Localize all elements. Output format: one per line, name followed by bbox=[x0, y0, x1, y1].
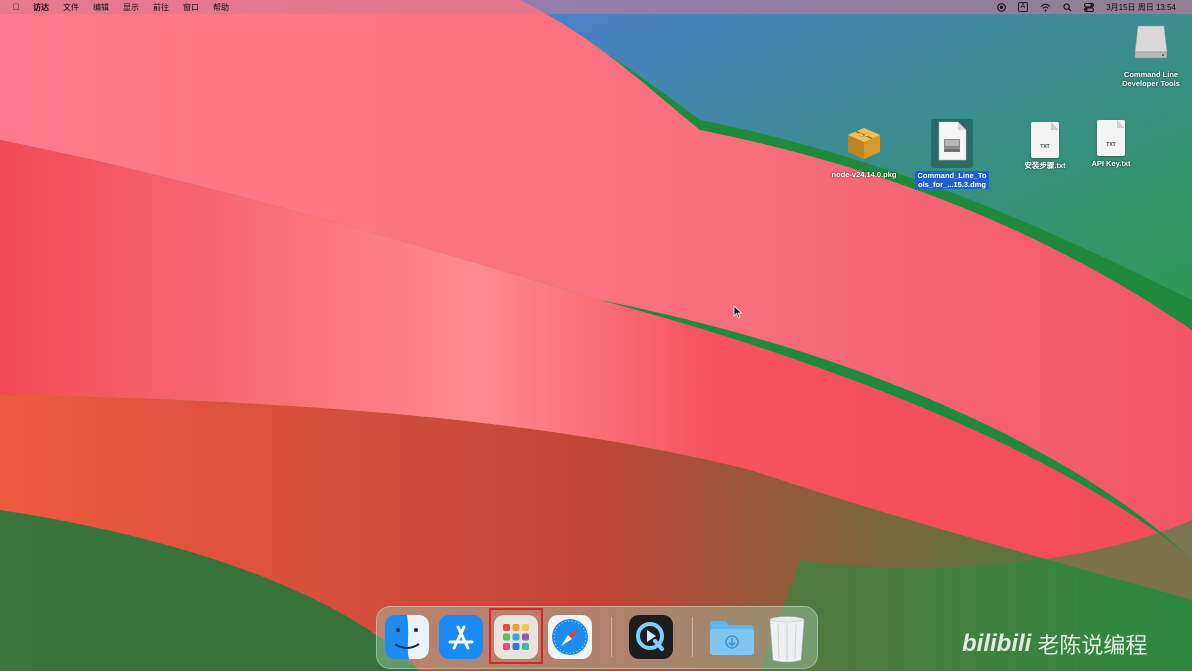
dock-safari[interactable] bbox=[547, 614, 593, 660]
desktop-item-label: Command Line Developer Tools bbox=[1122, 70, 1180, 88]
dock-finder[interactable] bbox=[384, 614, 430, 660]
bilibili-logo: bilibili bbox=[962, 630, 1032, 657]
dock-separator bbox=[611, 617, 612, 657]
menu-window[interactable]: 窗口 bbox=[176, 2, 206, 13]
dock bbox=[376, 606, 818, 669]
input-method-icon[interactable]: A bbox=[1012, 0, 1035, 14]
finder-icon bbox=[385, 615, 429, 659]
screen-record-icon[interactable] bbox=[991, 0, 1012, 14]
package-installer-icon bbox=[844, 124, 884, 167]
launchpad-highlight-box bbox=[489, 608, 543, 664]
watermark-channel-name: 老陈说编程 bbox=[1037, 633, 1148, 658]
text-file-icon: TXT bbox=[1031, 122, 1059, 158]
desktop-item-label: 安装步骤.txt bbox=[1024, 161, 1066, 170]
dock-separator bbox=[692, 617, 693, 657]
desktop-item-label: API Key.txt bbox=[1091, 159, 1131, 168]
dock-downloads-folder[interactable] bbox=[708, 614, 754, 660]
desktop-item-command-line-tools-dmg[interactable]: Command_Line_To ols_for_...15.3.dmg bbox=[911, 119, 993, 189]
desktop-item-command-line-developer-tools[interactable]: Command Line Developer Tools bbox=[1110, 22, 1192, 88]
control-center-icon[interactable] bbox=[1078, 0, 1100, 14]
apple-menu-icon[interactable]:  bbox=[6, 2, 26, 12]
menu-go[interactable]: 前往 bbox=[146, 2, 176, 13]
menu-help[interactable]: 帮助 bbox=[206, 2, 236, 13]
menu-edit[interactable]: 编辑 bbox=[86, 2, 116, 13]
desktop-item-node-pkg[interactable]: node-v24.14.0.pkg bbox=[823, 124, 905, 179]
dock-quicktime-player[interactable] bbox=[628, 614, 674, 660]
menu-file[interactable]: 文件 bbox=[56, 2, 86, 13]
menu-view[interactable]: 显示 bbox=[116, 2, 146, 13]
disk-image-file-icon bbox=[931, 119, 973, 168]
wifi-icon[interactable] bbox=[1034, 0, 1057, 14]
disk-image-volume-icon bbox=[1132, 22, 1170, 67]
desktop-wallpaper bbox=[0, 0, 1192, 671]
dock-trash[interactable] bbox=[764, 614, 810, 663]
menu-bar:  访达 文件 编辑 显示 前往 窗口 帮助 A 3月15日 周日 13:54 bbox=[0, 0, 1192, 14]
quicktime-icon bbox=[629, 615, 673, 659]
downloads-folder-icon bbox=[710, 621, 754, 655]
menubar-clock[interactable]: 3月15日 周日 13:54 bbox=[1100, 0, 1182, 14]
trash-icon bbox=[769, 616, 805, 663]
text-file-icon: TXT bbox=[1097, 120, 1125, 156]
safari-icon bbox=[548, 615, 592, 659]
bilibili-watermark: bilibili 老陈说编程 bbox=[962, 628, 1147, 660]
desktop-item-label: Command_Line_To ols_for_...15.3.dmg bbox=[915, 171, 989, 189]
menu-app-finder[interactable]: 访达 bbox=[26, 2, 56, 13]
desktop-item-label: node-v24.14.0.pkg bbox=[831, 170, 897, 179]
spotlight-search-icon[interactable] bbox=[1057, 0, 1078, 14]
desktop-item-api-key-txt[interactable]: TXT API Key.txt bbox=[1070, 120, 1152, 168]
app-store-icon bbox=[439, 615, 483, 659]
mouse-cursor-icon bbox=[733, 305, 743, 319]
dock-app-store[interactable] bbox=[438, 614, 484, 660]
